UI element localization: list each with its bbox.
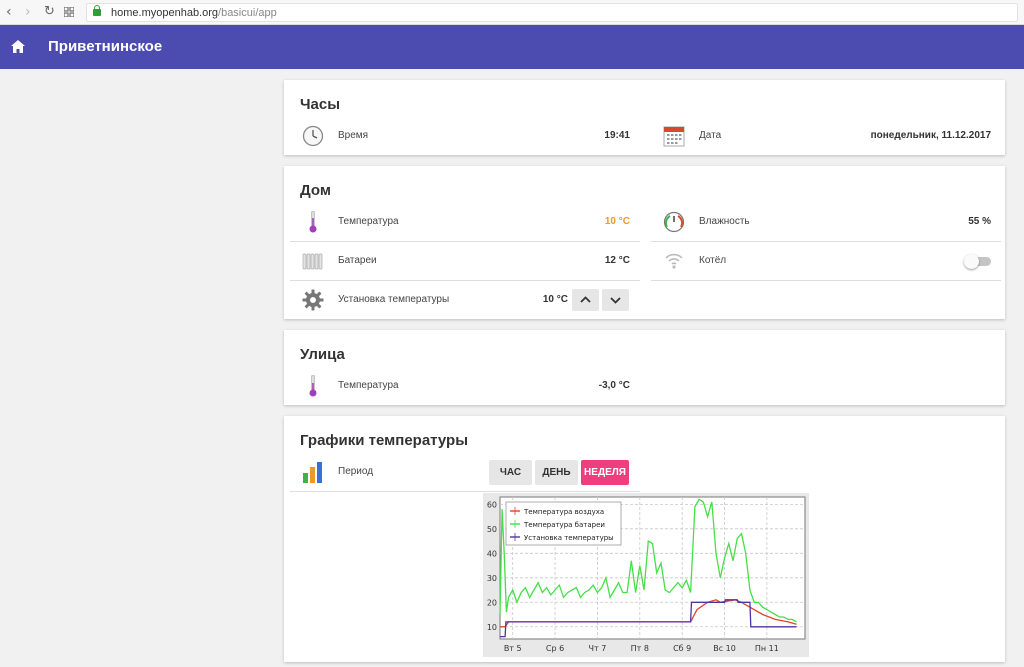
url-text: home.myopenhab.org/basicui/app bbox=[111, 7, 277, 19]
page-title: Приветнинское bbox=[48, 38, 163, 55]
boiler-icon bbox=[665, 253, 683, 269]
humidity-row: Влажность 55 % bbox=[651, 203, 1001, 241]
street-temperature-value: -3,0 °C bbox=[598, 380, 630, 391]
x-tick-label: Вт 5 bbox=[504, 644, 522, 653]
boiler-row: Котёл bbox=[651, 242, 1001, 280]
home-icon[interactable] bbox=[11, 40, 25, 53]
app-header: Приветнинское bbox=[0, 25, 1024, 69]
time-label: Время bbox=[338, 130, 369, 141]
browser-toolbar: ‹ › ↻ home.myopenhab.org/basicui/app bbox=[0, 0, 1024, 25]
y-tick-label: 40 bbox=[487, 549, 497, 558]
date-value: понедельник, 11.12.2017 bbox=[870, 130, 991, 141]
x-tick-label: Сб 9 bbox=[673, 644, 691, 653]
y-tick-label: 60 bbox=[487, 500, 497, 509]
period-hour-button[interactable]: ЧАС bbox=[489, 460, 532, 485]
home-temperature-row: Температура 10 °C bbox=[290, 203, 640, 241]
gear-icon bbox=[302, 289, 324, 311]
lock-icon bbox=[93, 5, 101, 16]
calendar-icon bbox=[663, 126, 685, 147]
temperature-chart: 10 20 30 40 50 60 Вт 5 Ср 6 Чт 7 Пт 8 Сб 9 Вс 10 Пн … bbox=[483, 493, 809, 657]
setpoint-increase-button[interactable] bbox=[572, 289, 599, 311]
back-icon[interactable]: ‹ bbox=[6, 4, 12, 20]
thermometer-icon bbox=[309, 211, 317, 233]
period-day-button[interactable]: ДЕНЬ bbox=[535, 460, 578, 485]
time-row: Время 19:41 bbox=[290, 117, 640, 155]
y-tick-label: 30 bbox=[487, 574, 497, 583]
y-tick-label: 20 bbox=[487, 598, 497, 607]
apps-icon[interactable] bbox=[63, 4, 75, 21]
reload-icon[interactable]: ↻ bbox=[44, 4, 55, 20]
address-bar[interactable]: home.myopenhab.org/basicui/app bbox=[86, 3, 1018, 22]
radiators-row: Батареи 12 °C bbox=[290, 242, 640, 280]
chevron-up-icon bbox=[580, 296, 591, 303]
chevron-down-icon bbox=[610, 297, 621, 304]
humidity-gauge-icon bbox=[663, 211, 685, 233]
thermometer-icon bbox=[309, 375, 317, 397]
y-tick-label: 10 bbox=[487, 623, 497, 632]
home-card: Дом Температура 10 °C Влажность 55 % Бат… bbox=[284, 166, 1005, 319]
bar-chart-icon bbox=[303, 462, 322, 483]
y-tick-label: 50 bbox=[487, 525, 497, 534]
home-card-title: Дом bbox=[300, 182, 331, 199]
humidity-label: Влажность bbox=[699, 216, 750, 227]
radiators-value: 12 °C bbox=[604, 255, 630, 266]
legend-label: Установка температуры bbox=[524, 534, 614, 542]
clock-icon bbox=[302, 125, 324, 147]
setpoint-label: Установка температуры bbox=[338, 294, 450, 305]
x-tick-label: Ср 6 bbox=[546, 644, 564, 653]
clock-card: Часы Время 19:41 Дата понедельник, 11.12… bbox=[284, 80, 1005, 155]
radiator-icon bbox=[302, 253, 323, 270]
legend-label: Температура батареи bbox=[523, 521, 605, 529]
setpoint-value: 10 °C bbox=[542, 294, 568, 305]
x-tick-label: Вс 10 bbox=[713, 644, 736, 653]
legend-label: Температура воздуха bbox=[523, 508, 604, 516]
time-value: 19:41 bbox=[604, 130, 630, 141]
period-label: Период bbox=[338, 466, 374, 477]
date-label: Дата bbox=[699, 130, 722, 141]
humidity-value: 55 % bbox=[968, 216, 991, 227]
setpoint-decrease-button[interactable] bbox=[602, 289, 629, 311]
setpoint-row: Установка температуры 10 °C bbox=[290, 281, 640, 319]
home-temperature-value: 10 °C bbox=[604, 216, 630, 227]
boiler-toggle[interactable] bbox=[964, 254, 991, 269]
forward-icon[interactable]: › bbox=[25, 4, 31, 20]
x-tick-label: Чт 7 bbox=[589, 644, 607, 653]
period-week-button[interactable]: НЕДЕЛЯ bbox=[581, 460, 629, 485]
date-row: Дата понедельник, 11.12.2017 bbox=[651, 117, 1001, 155]
charts-card-title: Графики температуры bbox=[300, 432, 469, 449]
clock-card-title: Часы bbox=[300, 96, 341, 113]
toggle-knob[interactable] bbox=[964, 254, 979, 269]
x-tick-label: Пн 11 bbox=[755, 644, 779, 653]
divider bbox=[290, 491, 640, 492]
street-card-title: Улица bbox=[300, 346, 345, 363]
home-temperature-label: Температура bbox=[338, 216, 399, 227]
boiler-label: Котёл bbox=[699, 255, 727, 266]
chart-svg: 10 20 30 40 50 60 Вт 5 Ср 6 Чт 7 Пт 8 Сб 9 Вс 10 Пн … bbox=[487, 496, 806, 653]
x-tick-label: Пт 8 bbox=[631, 644, 649, 653]
radiators-label: Батареи bbox=[338, 255, 377, 266]
street-card: Улица Температура -3,0 °C bbox=[284, 330, 1005, 405]
divider bbox=[651, 280, 1001, 281]
street-temperature-label: Температура bbox=[338, 380, 399, 391]
street-temperature-row: Температура -3,0 °C bbox=[290, 367, 640, 405]
